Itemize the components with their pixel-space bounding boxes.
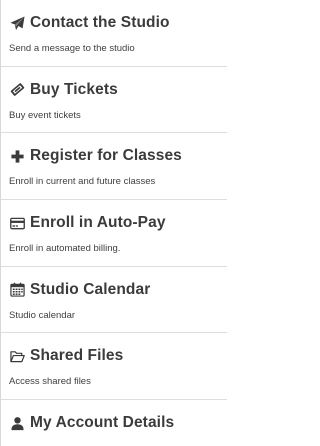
menu-item-header: Contact the Studio [9,11,219,35]
menu-item-my-account-details[interactable]: My Account Details [1,400,227,446]
plus-icon [9,148,25,164]
menu-item-header: Studio Calendar [9,278,219,302]
menu-item-header: Enroll in Auto-Pay [9,211,219,235]
ticket-icon [9,82,25,98]
menu-item-title: Shared Files [30,347,124,365]
menu-item-title: Enroll in Auto-Pay [30,214,166,232]
folder-open-icon [9,348,25,364]
menu-item-header: Register for Classes [9,144,219,168]
paper-plane-icon [9,15,25,31]
menu-item-contact-studio[interactable]: Contact the Studio Send a message to the… [1,0,227,67]
menu-item-title: Studio Calendar [30,280,151,298]
menu-item-title: My Account Details [30,414,175,432]
menu-item-studio-calendar[interactable]: Studio Calendar Studio calendar [1,266,227,334]
menu-item-description: Access shared files [9,376,91,388]
calendar-icon [9,282,25,298]
credit-card-icon [9,215,25,231]
menu-item-title: Register for Classes [30,147,182,165]
menu-item-buy-tickets[interactable]: Buy Tickets Buy event tickets [1,66,227,134]
menu-item-description: Studio calendar [9,309,76,321]
menu-item-shared-files[interactable]: Shared Files Access shared files [1,333,227,401]
menu-item-header: Shared Files [9,344,219,368]
menu-item-title: Buy Tickets [30,80,118,98]
studio-menu: Contact the Studio Send a message to the… [0,0,227,446]
menu-item-header: My Account Details [9,411,219,435]
menu-item-description: Send a message to the studio [9,43,135,54]
menu-item-description: Buy event tickets [9,109,81,121]
menu-item-enroll-auto-pay[interactable]: Enroll in Auto-Pay Enroll in automated b… [1,200,227,267]
menu-item-register-classes[interactable]: Register for Classes Enroll in current a… [1,133,227,201]
menu-item-title: Contact the Studio [30,14,170,31]
menu-item-description: Enroll in current and future classes [9,176,156,188]
menu-item-description: Enroll in automated billing. [9,243,121,255]
menu-item-header: Buy Tickets [9,78,219,102]
user-icon [9,415,25,431]
